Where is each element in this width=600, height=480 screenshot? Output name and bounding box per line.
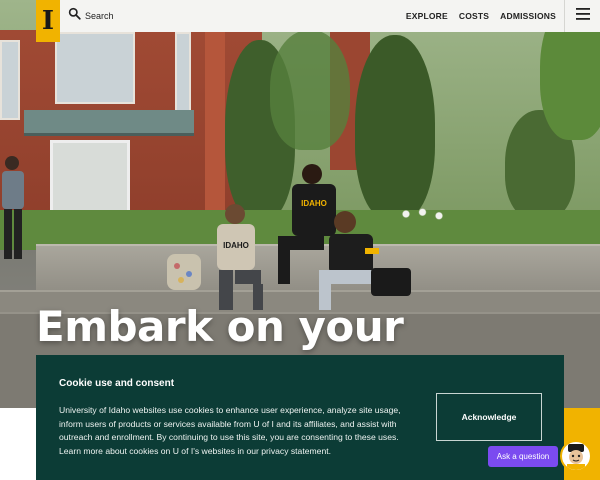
nav-link-costs[interactable]: COSTS	[459, 11, 489, 21]
site-header: Search EXPLORE COSTS ADMISSIONS	[0, 0, 600, 32]
svg-text:IDAHO: IDAHO	[301, 199, 327, 208]
hero-awning	[24, 110, 194, 136]
student-figure	[2, 156, 24, 259]
cookie-title: Cookie use and consent	[59, 378, 175, 389]
acknowledge-button[interactable]: Acknowledge	[436, 393, 542, 441]
backpack	[167, 254, 201, 290]
hero-tree	[355, 35, 435, 220]
cookie-body: University of Idaho websites use cookies…	[59, 405, 401, 456]
search-icon	[68, 7, 81, 25]
nav-link-admissions[interactable]: ADMISSIONS	[500, 11, 556, 21]
hero-tree	[270, 30, 350, 150]
site-logo[interactable]: I	[36, 0, 60, 42]
ask-a-question-button[interactable]: Ask a question	[488, 446, 558, 467]
hero-image: IDAHO IDAHO Embark on your	[0, 0, 600, 408]
svg-text:IDAHO: IDAHO	[223, 241, 249, 250]
top-navigation: Search EXPLORE COSTS ADMISSIONS	[60, 0, 600, 32]
hamburger-menu-icon	[575, 7, 590, 25]
menu-button[interactable]	[564, 0, 600, 32]
logo-letter: I	[41, 6, 55, 36]
search-button[interactable]: Search	[68, 7, 114, 25]
hero-heading: Embark on your	[36, 302, 404, 351]
nav-links: EXPLORE COSTS ADMISSIONS	[395, 0, 600, 32]
chat-avatar[interactable]	[560, 440, 592, 472]
cookie-consent-banner: Cookie use and consent University of Ida…	[36, 355, 564, 480]
page-background	[0, 408, 36, 480]
header-spacer	[0, 0, 36, 32]
nav-link-explore[interactable]: EXPLORE	[406, 11, 448, 21]
search-label: Search	[85, 11, 114, 21]
